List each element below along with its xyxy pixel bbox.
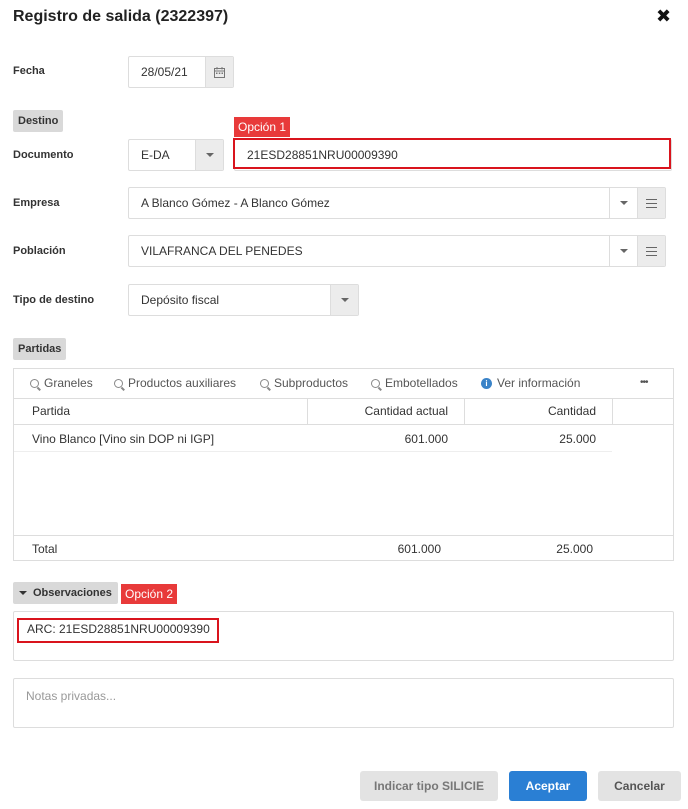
embotellados-button[interactable]: Embotellados (371, 369, 458, 397)
poblacion-dropdown-button[interactable] (609, 236, 637, 266)
tipo-destino-dropdown-button[interactable] (330, 285, 358, 315)
search-icon (260, 378, 269, 388)
calendar-button[interactable] (205, 57, 233, 87)
documento-type-select[interactable]: E-DA (128, 139, 224, 171)
column-header-cantidad-actual[interactable]: Cantidad actual (307, 399, 448, 423)
empresa-list-button[interactable] (637, 188, 665, 218)
empresa-value: A Blanco Gómez - A Blanco Gómez (141, 196, 330, 210)
empresa-dropdown-button[interactable] (609, 188, 637, 218)
chevron-down-icon (205, 153, 214, 157)
column-header-partida[interactable]: Partida (32, 399, 70, 423)
table-total-row: Total 601.000 25.000 (14, 535, 673, 561)
table-row[interactable]: Vino Blanco [Vino sin DOP ni IGP] 601.00… (14, 425, 612, 452)
documento-label: Documento (13, 149, 74, 161)
total-cantidad: 25.000 (556, 542, 593, 556)
tipo-destino-label: Tipo de destino (13, 294, 95, 306)
chevron-down-icon (619, 249, 628, 253)
opcion-2-annotation: Opción 2 (121, 584, 178, 604)
search-icon (114, 378, 123, 388)
caret-down-icon (19, 591, 27, 595)
ver-informacion-label: Ver información (497, 376, 581, 390)
partidas-section-tag: Partidas (13, 338, 67, 360)
table-header-row: Partida Cantidad actual Cantidad (14, 399, 673, 425)
empresa-select[interactable]: A Blanco Gómez - A Blanco Gómez (128, 187, 666, 219)
observaciones-toggle[interactable]: Observaciones (13, 582, 118, 604)
column-header-cantidad[interactable]: Cantidad (464, 399, 596, 423)
chevron-down-icon (619, 201, 628, 205)
fecha-value: 28/05/21 (141, 65, 188, 79)
partidas-table: Graneles Productos auxiliares Subproduct… (13, 368, 674, 561)
aceptar-button[interactable]: Aceptar (509, 771, 587, 801)
observaciones-label: Observaciones (33, 587, 112, 599)
cell-partida: Vino Blanco [Vino sin DOP ni IGP] (32, 432, 215, 446)
empresa-label: Empresa (13, 197, 60, 209)
poblacion-list-button[interactable] (637, 236, 665, 266)
productos-auxiliares-label: Productos auxiliares (128, 376, 237, 390)
opcion-1-annotation: Opción 1 (234, 117, 291, 137)
cell-cantidad[interactable]: 25.000 (464, 432, 596, 446)
partidas-toolbar: Graneles Productos auxiliares Subproduct… (14, 369, 673, 399)
tipo-destino-select[interactable]: Depósito fiscal (128, 284, 359, 316)
tipo-destino-value: Depósito fiscal (141, 293, 220, 307)
productos-auxiliares-button[interactable]: Productos auxiliares (114, 369, 236, 397)
ver-informacion-button[interactable]: i Ver información (481, 369, 580, 397)
search-icon (371, 378, 380, 388)
subproductos-label: Subproductos (274, 376, 349, 390)
fecha-label: Fecha (13, 65, 45, 77)
more-options-button[interactable]: ••• (640, 369, 648, 397)
indicar-tipo-silicie-button[interactable]: Indicar tipo SILICIE (360, 771, 498, 801)
documento-type-value: E-DA (141, 148, 170, 162)
notas-privadas-textarea[interactable]: Notas privadas... (13, 678, 674, 728)
graneles-label: Graneles (44, 376, 93, 390)
poblacion-select[interactable]: VILAFRANCA DEL PENEDES (128, 235, 666, 267)
dialog-title: Registro de salida (2322397) (13, 8, 229, 25)
close-icon[interactable]: ✖ (656, 6, 671, 27)
graneles-button[interactable]: Graneles (30, 369, 93, 397)
opcion-1-highlight-box (233, 138, 671, 169)
info-icon: i (481, 377, 492, 389)
calendar-icon (214, 66, 225, 78)
cell-cantidad-actual: 601.000 (404, 432, 448, 446)
documento-type-dropdown-button[interactable] (195, 140, 223, 170)
search-icon (30, 378, 39, 388)
poblacion-label: Población (13, 245, 66, 257)
more-icon: ••• (640, 377, 648, 388)
menu-icon (646, 246, 657, 256)
chevron-down-icon (340, 298, 349, 302)
opcion-2-highlight-box (17, 618, 219, 643)
poblacion-value: VILAFRANCA DEL PENEDES (141, 244, 303, 258)
fecha-input[interactable]: 28/05/21 (128, 56, 234, 88)
destino-section-tag: Destino (13, 110, 64, 132)
cancelar-button[interactable]: Cancelar (598, 771, 681, 801)
subproductos-button[interactable]: Subproductos (260, 369, 348, 397)
menu-icon (646, 198, 657, 208)
embotellados-label: Embotellados (385, 376, 458, 390)
total-label: Total (32, 542, 58, 556)
total-cantidad-actual: 601.000 (397, 542, 441, 556)
notas-privadas-placeholder: Notas privadas... (26, 689, 117, 703)
